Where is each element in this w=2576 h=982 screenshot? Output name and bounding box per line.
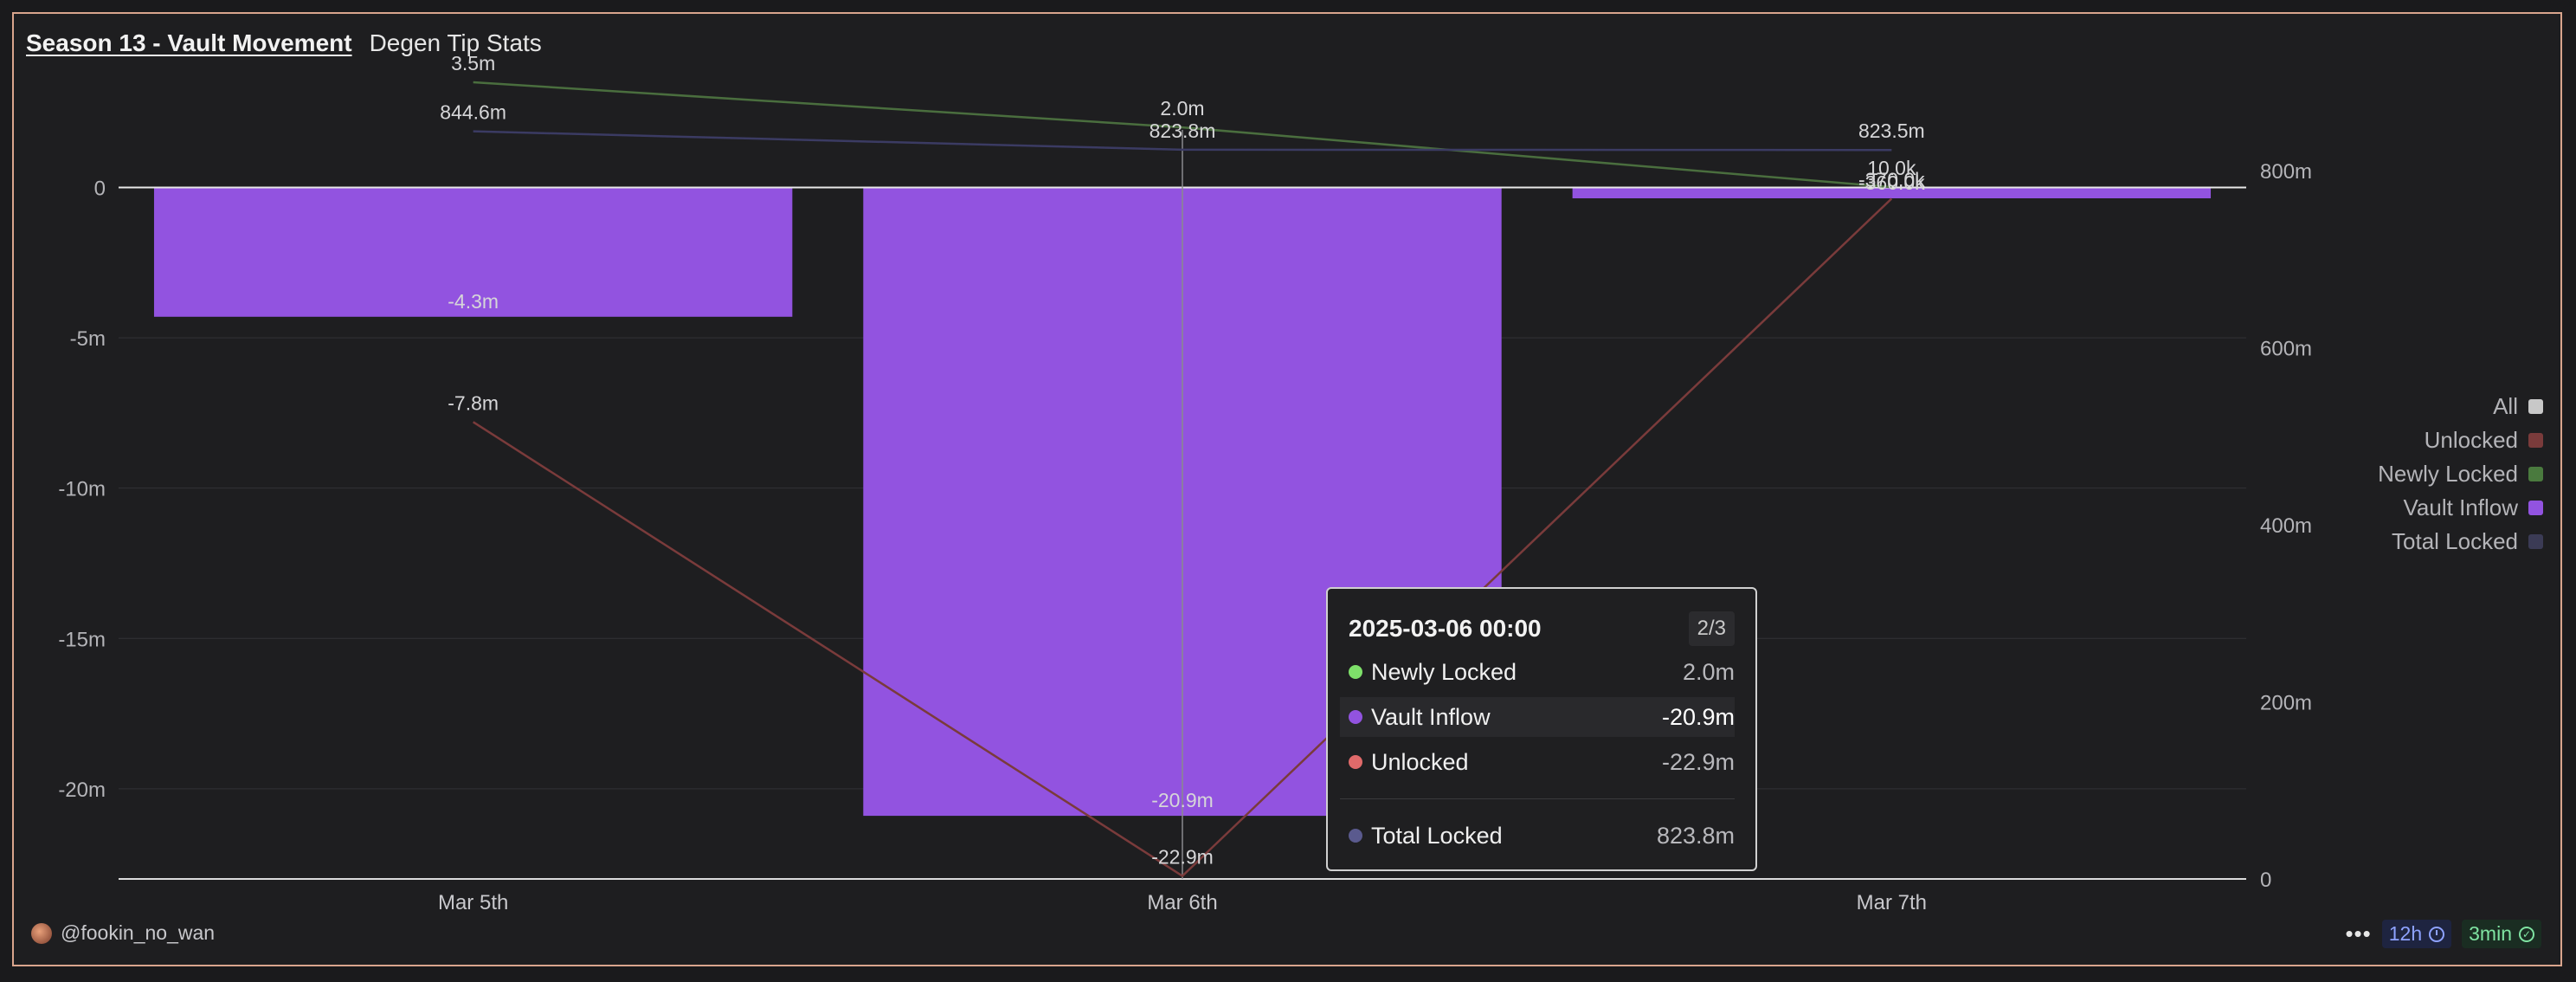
tooltip-row-total-locked: Total Locked 823.8m <box>1340 816 1735 856</box>
tooltip-row-vault-inflow: Vault Inflow -20.9m <box>1340 697 1735 737</box>
y-axis-tick-label: -20m <box>58 778 106 802</box>
tooltip-divider <box>1340 798 1735 799</box>
data-label: 823.5m <box>1858 120 1925 142</box>
y2-axis-tick-label: 200m <box>2260 692 2312 715</box>
legend-label: All <box>2493 393 2518 419</box>
legend-swatch-icon <box>2528 467 2543 481</box>
series-dot-icon <box>1349 710 1362 724</box>
author-name: @fookin_no_wan <box>61 921 216 944</box>
data-label: -22.9m <box>1151 846 1214 869</box>
author-link[interactable]: @fookin_no_wan <box>31 921 215 945</box>
y2-axis-tick-label: 600m <box>2260 338 2312 361</box>
data-label: -4.3m <box>448 290 499 313</box>
series-dot-icon <box>1349 665 1362 679</box>
tooltip-label: Newly Locked <box>1371 658 1517 685</box>
tooltip-label: Unlocked <box>1371 748 1469 775</box>
clock-icon <box>2429 926 2445 942</box>
chart-canvas: 0-5m-10m-15m-20m0200m400m600m800mDune-4.… <box>58 52 2312 914</box>
refresh-interval: 12h <box>2388 922 2423 945</box>
footer-status: ••• 12h 3min ✓ <box>2345 920 2541 948</box>
data-label: 844.6m <box>440 101 506 124</box>
legend-label: Total Locked <box>2392 528 2518 554</box>
y-axis-tick-label: 0 <box>94 178 106 201</box>
legend-item-vault-inflow[interactable]: Vault Inflow <box>2404 494 2543 520</box>
y-axis-tick-label: -10m <box>58 478 106 501</box>
data-label: 10.0k <box>1867 157 1916 179</box>
legend-swatch-icon <box>2528 433 2543 448</box>
check-circle-icon: ✓ <box>2519 926 2534 942</box>
tooltip-value: -22.9m <box>1661 748 1735 775</box>
y-axis-tick-label: -15m <box>58 628 106 651</box>
data-age: 3min <box>2469 922 2512 945</box>
legend-item-total-locked[interactable]: Total Locked <box>2392 528 2543 554</box>
tooltip-value: -20.9m <box>1661 703 1735 730</box>
legend-item-unlocked[interactable]: Unlocked <box>2425 427 2543 453</box>
y2-axis-tick-label: 400m <box>2260 514 2312 538</box>
legend-label: Vault Inflow <box>2403 494 2518 520</box>
series-dot-icon <box>1349 755 1362 769</box>
legend-item-newly-locked[interactable]: Newly Locked <box>2378 461 2543 487</box>
data-label: -7.8m <box>448 391 499 414</box>
x-axis-tick-label: Mar 6th <box>1147 891 1217 914</box>
hover-tooltip: 2025-03-06 00:00 2/3 Newly Locked 2.0m V… <box>1326 587 1757 871</box>
data-label: 3.5m <box>451 52 495 74</box>
y-axis-tick-label: -5m <box>70 327 106 351</box>
tooltip-value: 823.8m <box>1656 822 1735 849</box>
legend-item-all[interactable]: All <box>2493 393 2543 419</box>
tooltip-row-unlocked: Unlocked -22.9m <box>1340 742 1735 782</box>
tooltip-value: 2.0m <box>1682 658 1735 685</box>
legend-swatch-icon <box>2528 501 2543 515</box>
tooltip-row-newly-locked: Newly Locked 2.0m <box>1340 652 1735 692</box>
tooltip-label: Total Locked <box>1371 822 1503 849</box>
tooltip-date: 2025-03-06 00:00 <box>1349 615 1542 642</box>
legend-swatch-icon <box>2528 399 2543 414</box>
freshness-badge: 3min ✓ <box>2462 920 2541 948</box>
y2-axis-tick-label: 0 <box>2260 869 2271 892</box>
avatar <box>31 922 52 944</box>
y2-axis-tick-label: 800m <box>2260 160 2312 184</box>
tooltip-label: Vault Inflow <box>1371 703 1491 730</box>
legend-label: Newly Locked <box>2378 461 2518 487</box>
x-axis-tick-label: Mar 5th <box>438 891 508 914</box>
chart-legend: All Unlocked Newly Locked Vault Inflow Total… <box>2378 393 2543 554</box>
x-axis-tick-label: Mar 7th <box>1857 891 1927 914</box>
tooltip-page-indicator: 2/3 <box>1688 611 1735 646</box>
legend-swatch-icon <box>2528 534 2543 549</box>
data-label: 2.0m <box>1160 97 1204 120</box>
series-dot-icon <box>1349 829 1362 843</box>
data-label: -20.9m <box>1151 789 1214 811</box>
data-label: 823.8m <box>1150 120 1216 142</box>
legend-label: Unlocked <box>2424 427 2518 453</box>
refresh-badge[interactable]: 12h <box>2381 920 2452 948</box>
more-options-icon[interactable]: ••• <box>2345 921 2371 947</box>
